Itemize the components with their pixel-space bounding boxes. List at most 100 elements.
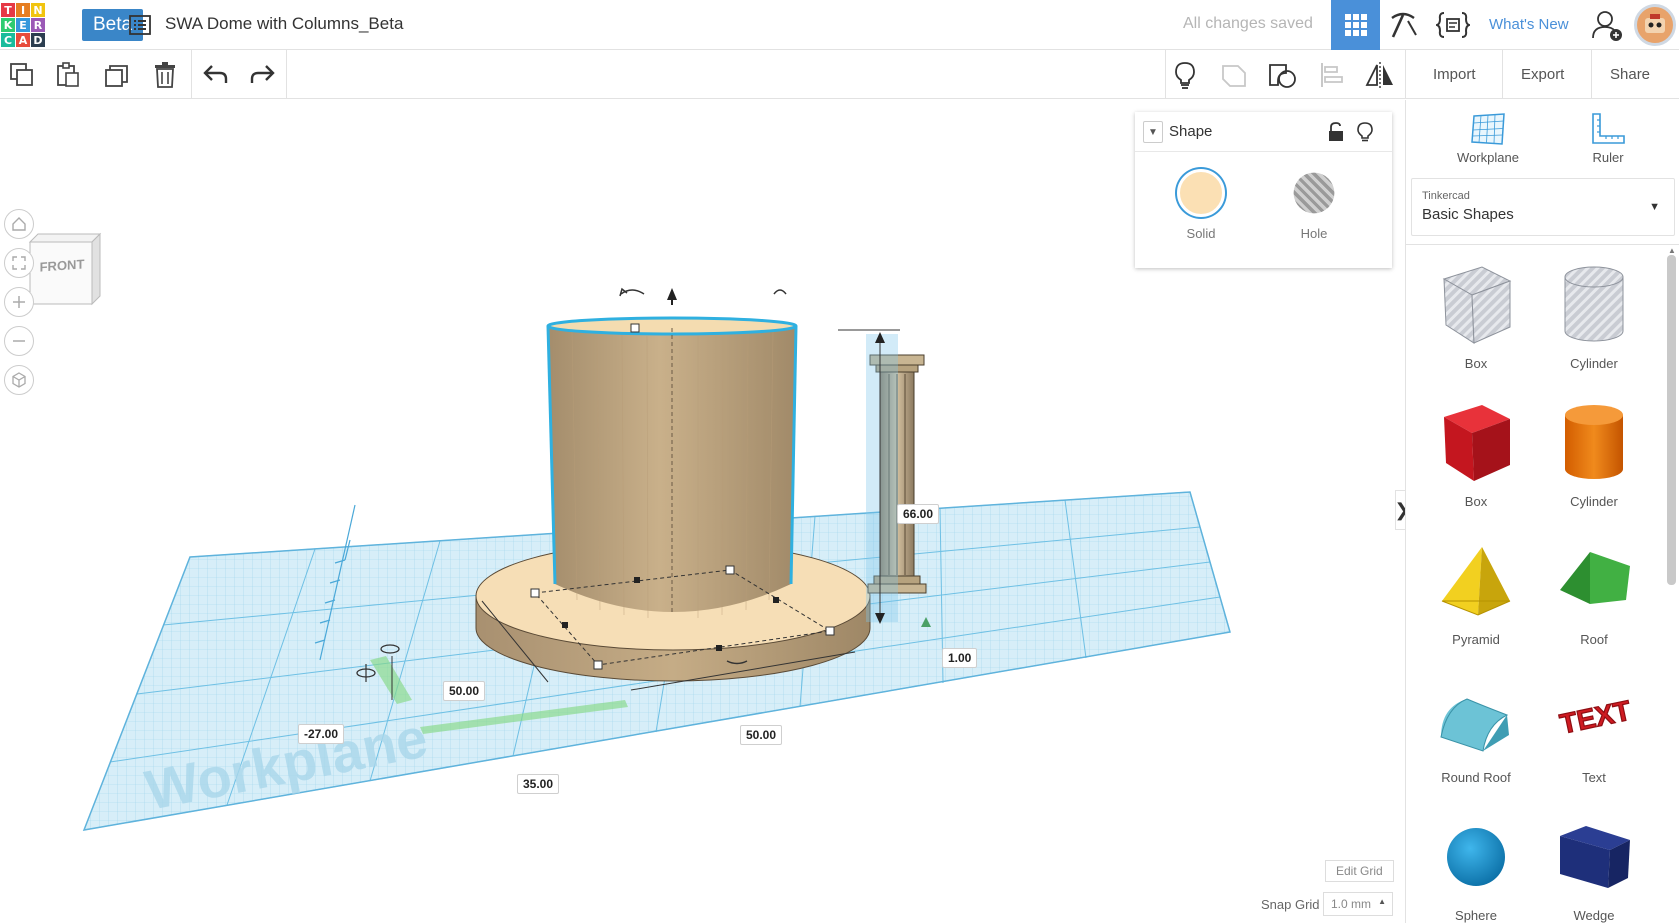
mirror-icon (1365, 62, 1393, 88)
main-cylinder-shape[interactable] (546, 316, 798, 619)
design-title[interactable]: SWA Dome with Columns_Beta (165, 14, 403, 34)
design-list-icon[interactable] (128, 13, 152, 37)
code-blocks-button[interactable] (1430, 0, 1476, 50)
fit-view-icon (12, 256, 26, 270)
collapse-inspector-button[interactable]: ▼ (1143, 121, 1163, 143)
copy-button[interactable] (5, 58, 39, 92)
logo-letter: A (16, 33, 30, 47)
undo-button[interactable] (199, 58, 233, 92)
align-icon (1321, 63, 1343, 87)
elevation-dimension-label[interactable]: 1.00 (942, 648, 978, 668)
group-button[interactable] (1217, 58, 1251, 92)
lock-icon[interactable] (1327, 122, 1345, 147)
width-dimension-label[interactable]: 50.00 (443, 681, 486, 701)
logo-letter: T (1, 3, 15, 17)
home-icon (12, 217, 26, 231)
home-view-button[interactable] (4, 209, 34, 239)
blocks-button[interactable] (1380, 0, 1426, 50)
collapse-sidepanel-button[interactable]: ❯ (1394, 490, 1405, 530)
3d-view-button[interactable] (1331, 0, 1380, 50)
duplicate-icon (105, 65, 128, 87)
chevron-right-icon: ❯ (1394, 500, 1405, 521)
logo-letter: E (16, 18, 30, 32)
shape-cylinder[interactable]: Cylinder (1539, 396, 1649, 526)
whats-new-link[interactable]: What's New (1489, 16, 1569, 33)
library-name: Basic Shapes (1422, 206, 1514, 223)
sphere-icon (1447, 828, 1505, 886)
text-shape-word: TEXT (1557, 695, 1633, 740)
user-avatar[interactable] (1634, 4, 1676, 46)
toolbar-divider (1502, 50, 1503, 99)
lift-arrow[interactable] (667, 288, 677, 305)
ungroup-icon (1269, 64, 1296, 88)
redo-icon (250, 65, 275, 83)
y-position-label[interactable]: 35.00 (517, 774, 560, 794)
minus-icon (13, 340, 25, 342)
edit-toolbar: Import Export Share (0, 50, 1679, 99)
share-button[interactable]: Share (1596, 58, 1664, 92)
ruler-tool-label: Ruler (1592, 150, 1624, 165)
shapes-scrollbar[interactable] (1667, 255, 1676, 585)
hole-swatch[interactable] (1293, 172, 1335, 214)
snap-grid-label: Snap Grid (1261, 897, 1320, 912)
perspective-button[interactable] (4, 365, 34, 395)
shape-sphere[interactable]: Sphere (1421, 810, 1531, 923)
sidepanel-divider (1406, 244, 1679, 245)
edit-grid-button[interactable]: Edit Grid (1325, 860, 1394, 882)
group-icon (1222, 65, 1246, 87)
paste-button[interactable] (51, 58, 85, 92)
duplicate-button[interactable] (101, 58, 135, 92)
zoom-in-button[interactable] (4, 287, 34, 317)
add-user-icon[interactable] (1590, 8, 1624, 42)
pickaxe-icon (1391, 12, 1417, 38)
zoom-out-button[interactable] (4, 326, 34, 356)
scroll-up-icon[interactable]: ▲ (1668, 246, 1676, 255)
solid-color-swatch[interactable] (1177, 169, 1225, 217)
redo-button[interactable] (245, 58, 279, 92)
undo-icon (203, 65, 228, 83)
snap-grid-select[interactable]: 1.0 mm ▲ (1323, 892, 1393, 916)
shape-library-select[interactable]: Tinkercad Basic Shapes ▼ (1411, 178, 1675, 236)
ruler-tool[interactable]: Ruler (1568, 108, 1648, 165)
depth-dimension-label[interactable]: 50.00 (740, 725, 783, 745)
workplane-tool[interactable]: Workplane (1448, 108, 1528, 165)
view-cube[interactable]: FRONT (28, 232, 102, 306)
3d-viewport[interactable]: Workplane FRONT ▼ Shape Solid Hole 66.00… (0, 100, 1405, 923)
shape-round-roof[interactable]: Round Roof (1421, 672, 1531, 802)
fit-view-button[interactable] (4, 248, 34, 278)
shape-label: Cylinder (1570, 356, 1618, 371)
shape-label: Cylinder (1570, 494, 1618, 509)
shape-box[interactable]: Box (1421, 396, 1531, 526)
cube-icon (12, 372, 26, 388)
notes-button[interactable] (1168, 58, 1202, 92)
shape-label: Box (1464, 494, 1488, 509)
snap-grid-value: 1.0 mm (1331, 897, 1372, 911)
shape-text[interactable]: TEXT Text (1539, 672, 1649, 802)
solid-label: Solid (1186, 226, 1216, 241)
export-button[interactable]: Export (1507, 58, 1578, 92)
shape-inspector-title: Shape (1169, 123, 1213, 140)
height-dimension-label[interactable]: 66.00 (897, 504, 940, 524)
x-position-label[interactable]: -27.00 (298, 724, 345, 744)
shape-cylinder-hole[interactable]: Cylinder (1539, 258, 1649, 388)
delete-button[interactable] (148, 58, 182, 92)
box-icon (1444, 405, 1510, 481)
mirror-button[interactable] (1363, 58, 1397, 92)
import-button[interactable]: Import (1419, 58, 1490, 92)
shape-wedge[interactable]: Wedge (1539, 810, 1649, 923)
align-button[interactable] (1315, 58, 1349, 92)
shape-roof[interactable]: Roof (1539, 534, 1649, 664)
shape-label: Text (1582, 770, 1606, 785)
shapes-sidepanel: Workplane Ruler Tinkercad Basic Shapes ▼… (1405, 100, 1679, 923)
text-shape-icon: TEXT (1557, 694, 1634, 740)
lightbulb-icon[interactable] (1357, 122, 1373, 147)
hole-label: Hole (1300, 226, 1328, 241)
toolbar-divider (1591, 50, 1592, 99)
ungroup-button[interactable] (1266, 58, 1300, 92)
shape-inspector: ▼ Shape Solid Hole (1135, 112, 1392, 268)
toolbar-divider (1405, 50, 1406, 99)
logo-letter: R (31, 18, 45, 32)
tinkercad-logo[interactable]: T I N K E R C A D (0, 2, 45, 48)
shape-box-hole[interactable]: Box (1421, 258, 1531, 388)
shape-pyramid[interactable]: Pyramid (1421, 534, 1531, 664)
